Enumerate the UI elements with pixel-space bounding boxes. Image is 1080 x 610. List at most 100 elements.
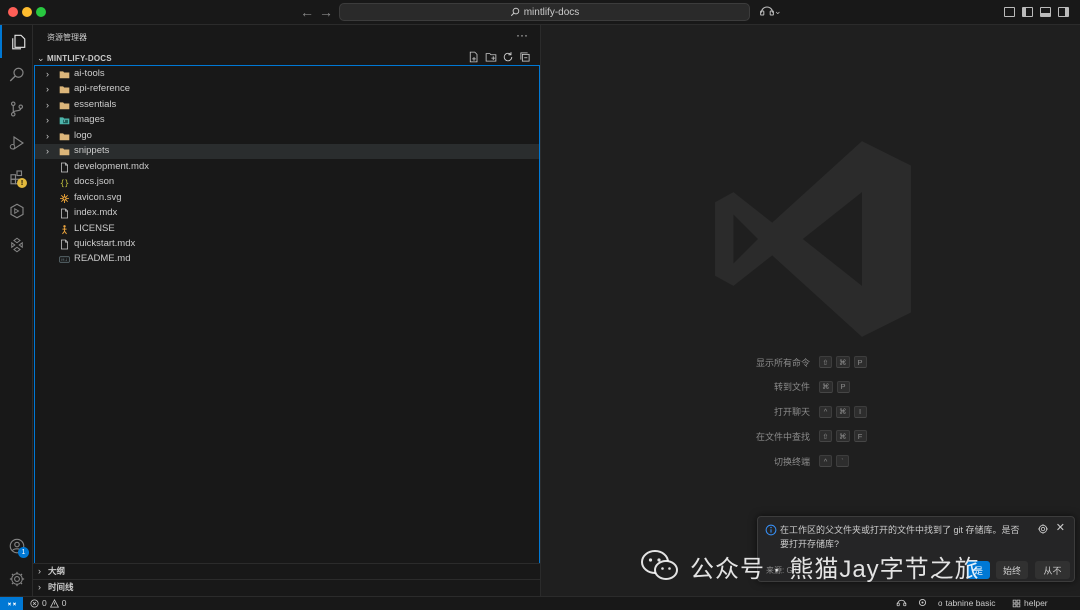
tabnine-status[interactable]: o tabnine basic bbox=[938, 598, 996, 608]
tree-folder-logo[interactable]: › logo bbox=[35, 129, 539, 144]
toggle-primary-sidebar-icon[interactable] bbox=[1022, 7, 1033, 17]
search-icon[interactable] bbox=[0, 58, 33, 91]
toggle-secondary-sidebar-icon[interactable] bbox=[1058, 7, 1069, 17]
svg-text:{}: {} bbox=[60, 178, 69, 187]
shortcut-hint: 显示所有命令 ⇧ ⌘ P bbox=[541, 355, 1080, 369]
copilot-icon[interactable] bbox=[759, 4, 775, 21]
tree-folder-api-reference[interactable]: › api-reference bbox=[35, 82, 539, 97]
timeline-section[interactable]: › 时间线 bbox=[33, 579, 541, 594]
tree-folder-ai-tools[interactable]: › ai-tools bbox=[35, 67, 539, 82]
notification-yes-button[interactable]: 是 bbox=[967, 561, 990, 579]
explorer-more-button[interactable]: ··· bbox=[516, 28, 528, 42]
forward-arrow-icon[interactable]: → bbox=[319, 4, 333, 20]
folder-icon bbox=[59, 69, 70, 80]
file-icon bbox=[59, 162, 70, 173]
copilot-status-icon[interactable] bbox=[896, 598, 907, 608]
window-close-button[interactable] bbox=[8, 7, 18, 17]
shortcut-hint: 在文件中查找 ⇧ ⌘ F bbox=[541, 429, 1080, 443]
new-folder-icon[interactable] bbox=[485, 51, 497, 63]
notification-always-button[interactable]: 始终 bbox=[996, 561, 1028, 579]
tabnine-status-icon[interactable] bbox=[918, 598, 927, 607]
workspace-folder-header[interactable]: ⌄ MINTLIFY-DOCS bbox=[33, 50, 541, 66]
accounts-badge: 1 bbox=[18, 547, 29, 558]
tree-file-index-mdx[interactable]: index.mdx bbox=[35, 206, 539, 221]
tree-folder-images[interactable]: › images bbox=[35, 113, 539, 128]
notification-source: 来源: Git bbox=[766, 566, 797, 575]
folder-icon bbox=[59, 100, 70, 111]
folder-icon bbox=[59, 146, 70, 157]
keycap: I bbox=[853, 405, 867, 418]
tree-file-favicon-svg[interactable]: favicon.svg bbox=[35, 191, 539, 206]
notification-settings-gear-icon[interactable] bbox=[1037, 523, 1049, 535]
keycap: ⌘ bbox=[836, 430, 850, 443]
tree-item-label: logo bbox=[74, 129, 92, 141]
tree-file-development-mdx[interactable]: development.mdx bbox=[35, 160, 539, 175]
keycap: ⌘ bbox=[836, 405, 850, 418]
notification-never-button[interactable]: 从不 bbox=[1035, 561, 1070, 579]
keycap: ⇧ bbox=[819, 430, 832, 443]
source-control-icon[interactable] bbox=[0, 92, 33, 125]
problems-indicator[interactable]: 0 0 bbox=[30, 598, 66, 608]
extensions-icon[interactable]: ! bbox=[0, 160, 33, 193]
vscode-logo-watermark-icon bbox=[715, 141, 911, 337]
tree-file-docs-json[interactable]: {} docs.json bbox=[35, 175, 539, 190]
warning-count: 0 bbox=[61, 598, 67, 608]
new-file-icon[interactable] bbox=[468, 51, 480, 63]
shortcut-label: 切换终端 bbox=[773, 456, 810, 467]
notification-close-icon[interactable]: ✕ bbox=[1056, 521, 1065, 534]
tree-item-label: docs.json bbox=[74, 176, 115, 188]
tree-item-label: essentials bbox=[74, 98, 117, 110]
search-icon bbox=[510, 7, 519, 17]
svg-text:M↓: M↓ bbox=[61, 258, 67, 263]
refresh-icon[interactable] bbox=[502, 51, 514, 63]
tree-file-license[interactable]: LICENSE bbox=[35, 222, 539, 237]
folder-icon bbox=[59, 131, 70, 142]
accounts-icon[interactable]: 1 bbox=[0, 529, 33, 562]
remote-indicator-icon[interactable] bbox=[0, 597, 23, 610]
keycap: ⌘ bbox=[819, 380, 833, 393]
keycap: ^ bbox=[819, 455, 832, 468]
manage-gear-icon[interactable] bbox=[0, 562, 33, 595]
explorer-sidebar: 资源管理器 ··· ⌄ MINTLIFY-DOCS › ai-tools › api-… bbox=[33, 25, 541, 596]
shortcut-label: 打开聊天 bbox=[773, 407, 810, 418]
command-center[interactable]: mintlify-docs bbox=[339, 3, 750, 21]
layout-customize-icon[interactable] bbox=[1004, 7, 1015, 17]
keycap: P bbox=[836, 380, 850, 393]
shortcut-label: 在文件中查找 bbox=[755, 431, 810, 442]
tree-file-quickstart-mdx[interactable]: quickstart.mdx bbox=[35, 237, 539, 252]
outline-label: 大纲 bbox=[48, 566, 66, 576]
tabnine-icon[interactable] bbox=[0, 228, 33, 261]
chevron-right-icon: › bbox=[46, 146, 49, 157]
tree-file-readme-md[interactable]: M↓ README.md bbox=[35, 252, 539, 267]
grid-icon bbox=[1012, 599, 1021, 607]
shortcut-hint: 转到文件 ⌘ P bbox=[541, 380, 1080, 394]
markdown-icon: M↓ bbox=[59, 254, 70, 265]
chevron-right-icon: › bbox=[46, 130, 49, 141]
helper-status[interactable]: helper bbox=[1012, 598, 1048, 608]
toggle-panel-icon[interactable] bbox=[1040, 7, 1051, 17]
timeline-label: 时间线 bbox=[48, 582, 74, 592]
chevron-right-icon: › bbox=[46, 84, 49, 95]
warning-badge-icon: ! bbox=[17, 178, 27, 188]
window-minimize-button[interactable] bbox=[22, 7, 32, 17]
remote-explorer-icon[interactable] bbox=[0, 194, 33, 227]
back-arrow-icon[interactable]: ← bbox=[300, 4, 314, 20]
window-maximize-button[interactable] bbox=[36, 7, 46, 17]
explorer-icon[interactable] bbox=[0, 25, 33, 58]
tree-folder-essentials[interactable]: › essentials bbox=[35, 98, 539, 113]
shortcut-hint: 切换终端 ^ ` bbox=[541, 454, 1080, 468]
run-debug-icon[interactable] bbox=[0, 126, 33, 159]
chevron-down-icon[interactable]: ⌄ bbox=[774, 6, 782, 17]
file-tree: › ai-tools › api-reference › essentials › image… bbox=[34, 65, 540, 564]
tree-folder-snippets[interactable]: › snippets bbox=[35, 144, 539, 160]
keycap: ` bbox=[836, 455, 849, 468]
tree-item-label: development.mdx bbox=[74, 160, 149, 172]
keycap: F bbox=[853, 430, 867, 443]
collapse-all-icon[interactable] bbox=[519, 51, 531, 63]
svg-icon bbox=[59, 193, 70, 204]
workspace-folder-name: MINTLIFY-DOCS bbox=[47, 53, 112, 63]
outline-section[interactable]: › 大纲 bbox=[33, 563, 541, 578]
chevron-down-icon: ⌄ bbox=[37, 52, 45, 63]
chevron-right-icon: › bbox=[38, 566, 41, 576]
shortcut-label: 转到文件 bbox=[773, 382, 810, 393]
